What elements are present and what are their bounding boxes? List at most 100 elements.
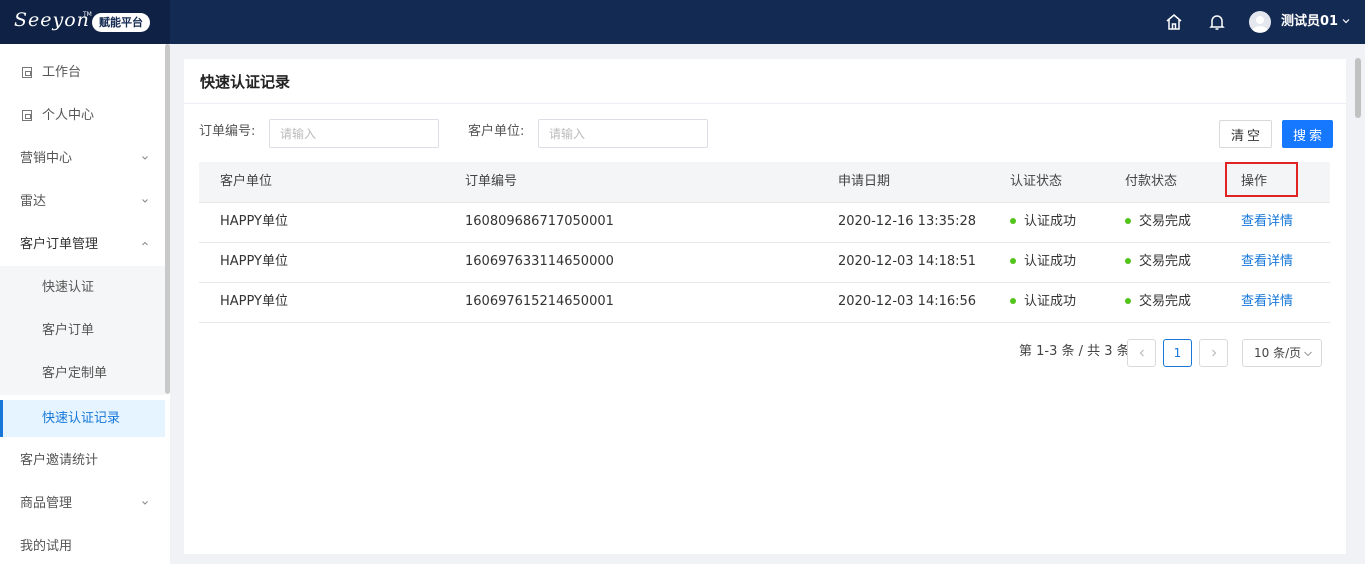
- chevron-right-icon: [1211, 349, 1216, 357]
- chevron-down-icon: [142, 156, 148, 160]
- sidebar-item-label: 营销中心: [20, 151, 73, 166]
- sidebar-item-label: 快速认证记录: [42, 411, 121, 426]
- user-icon: [1252, 16, 1268, 32]
- column-header-auth-status: 认证状态: [1010, 174, 1063, 189]
- page-scrollbar[interactable]: [1355, 58, 1361, 118]
- content-card: 快速认证记录 订单编号: 客户单位: 清空 搜索 客户单位 订单编号 申请日期 …: [184, 59, 1346, 554]
- table-row: HAPPY单位 160809686717050001 2020-12-16 13…: [199, 203, 1330, 243]
- sidebar-item-invite-stats[interactable]: 客户邀请统计: [0, 439, 165, 482]
- sidebar-item-marketing[interactable]: 营销中心: [0, 137, 165, 180]
- page-size-select[interactable]: 10 条/页: [1242, 339, 1322, 367]
- status-dot: [1125, 257, 1131, 264]
- sidebar-item-label: 客户订单管理: [20, 237, 99, 252]
- page-title: 快速认证记录: [200, 73, 291, 91]
- status-dot: [1125, 297, 1131, 304]
- column-header-pay-status: 付款状态: [1125, 174, 1178, 189]
- cell-date: 2020-12-03 14:18:51: [838, 254, 977, 269]
- sidebar-item-label: 客户定制单: [42, 366, 108, 381]
- pay-status-text: 交易完成: [1139, 254, 1192, 269]
- sidebar-item-radar[interactable]: 雷达: [0, 180, 165, 223]
- sidebar-item-order-management[interactable]: 客户订单管理: [0, 223, 165, 266]
- platform-badge: 赋能平台: [92, 13, 150, 32]
- customer-input[interactable]: [538, 119, 708, 148]
- order-no-input[interactable]: [269, 119, 439, 148]
- auth-status-text: 认证成功: [1024, 254, 1077, 269]
- prev-page-button[interactable]: [1127, 339, 1156, 367]
- sidebar-item-label: 客户订单: [42, 323, 95, 338]
- sidebar-item-label: 客户邀请统计: [20, 453, 99, 468]
- sidebar-item-label: 个人中心: [42, 108, 95, 123]
- chevron-up-icon: [142, 241, 148, 246]
- sidebar-item-label: 商品管理: [20, 496, 73, 511]
- view-details-link[interactable]: 查看详情: [1241, 293, 1293, 311]
- pay-status-text: 交易完成: [1139, 214, 1192, 229]
- cell-date: 2020-12-03 14:16:56: [838, 294, 977, 309]
- home-icon[interactable]: [1164, 12, 1184, 32]
- sidebar-item-quick-auth[interactable]: 快速认证: [0, 266, 165, 309]
- page-size-value: 10 条/页: [1254, 346, 1302, 360]
- brand-trademark: TM: [83, 11, 92, 18]
- top-header: Seeyon TM 赋能平台 测试员01: [0, 0, 1365, 44]
- sidebar-item-my-trial[interactable]: 我的试用: [0, 525, 165, 564]
- view-details-link[interactable]: 查看详情: [1241, 213, 1293, 231]
- customer-label: 客户单位:: [468, 124, 525, 139]
- auth-status-text: 认证成功: [1024, 294, 1077, 309]
- sidebar-item-customer-orders[interactable]: 客户订单: [0, 309, 165, 352]
- clear-button[interactable]: 清空: [1219, 120, 1272, 148]
- cell-pay-status: 交易完成: [1125, 253, 1191, 271]
- document-icon: [22, 67, 32, 78]
- sidebar-item-custom-orders[interactable]: 客户定制单: [0, 352, 165, 395]
- avatar[interactable]: [1249, 11, 1271, 33]
- cell-customer: HAPPY单位: [220, 214, 289, 229]
- column-header-order-no: 订单编号: [465, 174, 518, 189]
- cell-date: 2020-12-16 13:35:28: [838, 214, 977, 229]
- sidebar-item-quick-auth-records[interactable]: 快速认证记录: [0, 400, 165, 437]
- brand-logo[interactable]: Seeyon: [14, 9, 90, 31]
- cell-order-no: 160697633114650000: [465, 254, 614, 269]
- chevron-left-icon: [1139, 349, 1144, 357]
- view-details-link[interactable]: 查看详情: [1241, 253, 1293, 271]
- status-dot: [1010, 217, 1016, 224]
- cell-customer: HAPPY单位: [220, 254, 289, 269]
- cell-auth-status: 认证成功: [1010, 213, 1076, 231]
- chevron-down-icon: [142, 501, 148, 505]
- sidebar-scrollbar[interactable]: [165, 44, 170, 394]
- highlight-box: [1225, 162, 1298, 197]
- cell-pay-status: 交易完成: [1125, 213, 1191, 231]
- table-header: 客户单位 订单编号 申请日期 认证状态 付款状态 操作: [199, 162, 1330, 203]
- page-button-current[interactable]: 1: [1163, 339, 1192, 367]
- user-name[interactable]: 测试员01: [1281, 13, 1338, 31]
- column-header-customer: 客户单位: [220, 174, 273, 189]
- cell-order-no: 160809686717050001: [465, 214, 614, 229]
- brand-area: Seeyon TM 赋能平台: [0, 0, 170, 44]
- column-header-date: 申请日期: [838, 174, 891, 189]
- next-page-button[interactable]: [1199, 339, 1228, 367]
- chevron-down-icon: [1304, 351, 1312, 357]
- cell-auth-status: 认证成功: [1010, 293, 1076, 311]
- sidebar-item-label: 雷达: [20, 194, 47, 209]
- sidebar-item-label: 快速认证: [42, 280, 95, 295]
- cell-order-no: 160697615214650001: [465, 294, 614, 309]
- chevron-down-icon[interactable]: [1341, 16, 1351, 26]
- pagination-summary: 第 1-3 条 / 共 3 条: [1019, 344, 1130, 359]
- sidebar-item-workbench[interactable]: 工作台: [0, 51, 165, 94]
- status-dot: [1125, 217, 1131, 224]
- auth-status-text: 认证成功: [1024, 214, 1077, 229]
- order-no-label: 订单编号:: [199, 124, 256, 139]
- bell-icon[interactable]: [1207, 12, 1227, 32]
- sidebar: 工作台 个人中心 营销中心 雷达 客户订单管理 快速认证 客户订单 客户定制单 …: [0, 44, 170, 564]
- table-row: HAPPY单位 160697615214650001 2020-12-03 14…: [199, 283, 1330, 323]
- cell-auth-status: 认证成功: [1010, 253, 1076, 271]
- document-icon: [22, 110, 32, 121]
- sidebar-item-product-management[interactable]: 商品管理: [0, 482, 165, 525]
- cell-pay-status: 交易完成: [1125, 293, 1191, 311]
- sidebar-item-personal-center[interactable]: 个人中心: [0, 94, 165, 137]
- title-divider: [184, 103, 1346, 104]
- sidebar-item-label: 工作台: [42, 65, 82, 80]
- search-button[interactable]: 搜索: [1282, 120, 1333, 148]
- pay-status-text: 交易完成: [1139, 294, 1192, 309]
- sidebar-item-label: 我的试用: [20, 539, 73, 554]
- table-row: HAPPY单位 160697633114650000 2020-12-03 14…: [199, 243, 1330, 283]
- status-dot: [1010, 297, 1016, 304]
- cell-customer: HAPPY单位: [220, 294, 289, 309]
